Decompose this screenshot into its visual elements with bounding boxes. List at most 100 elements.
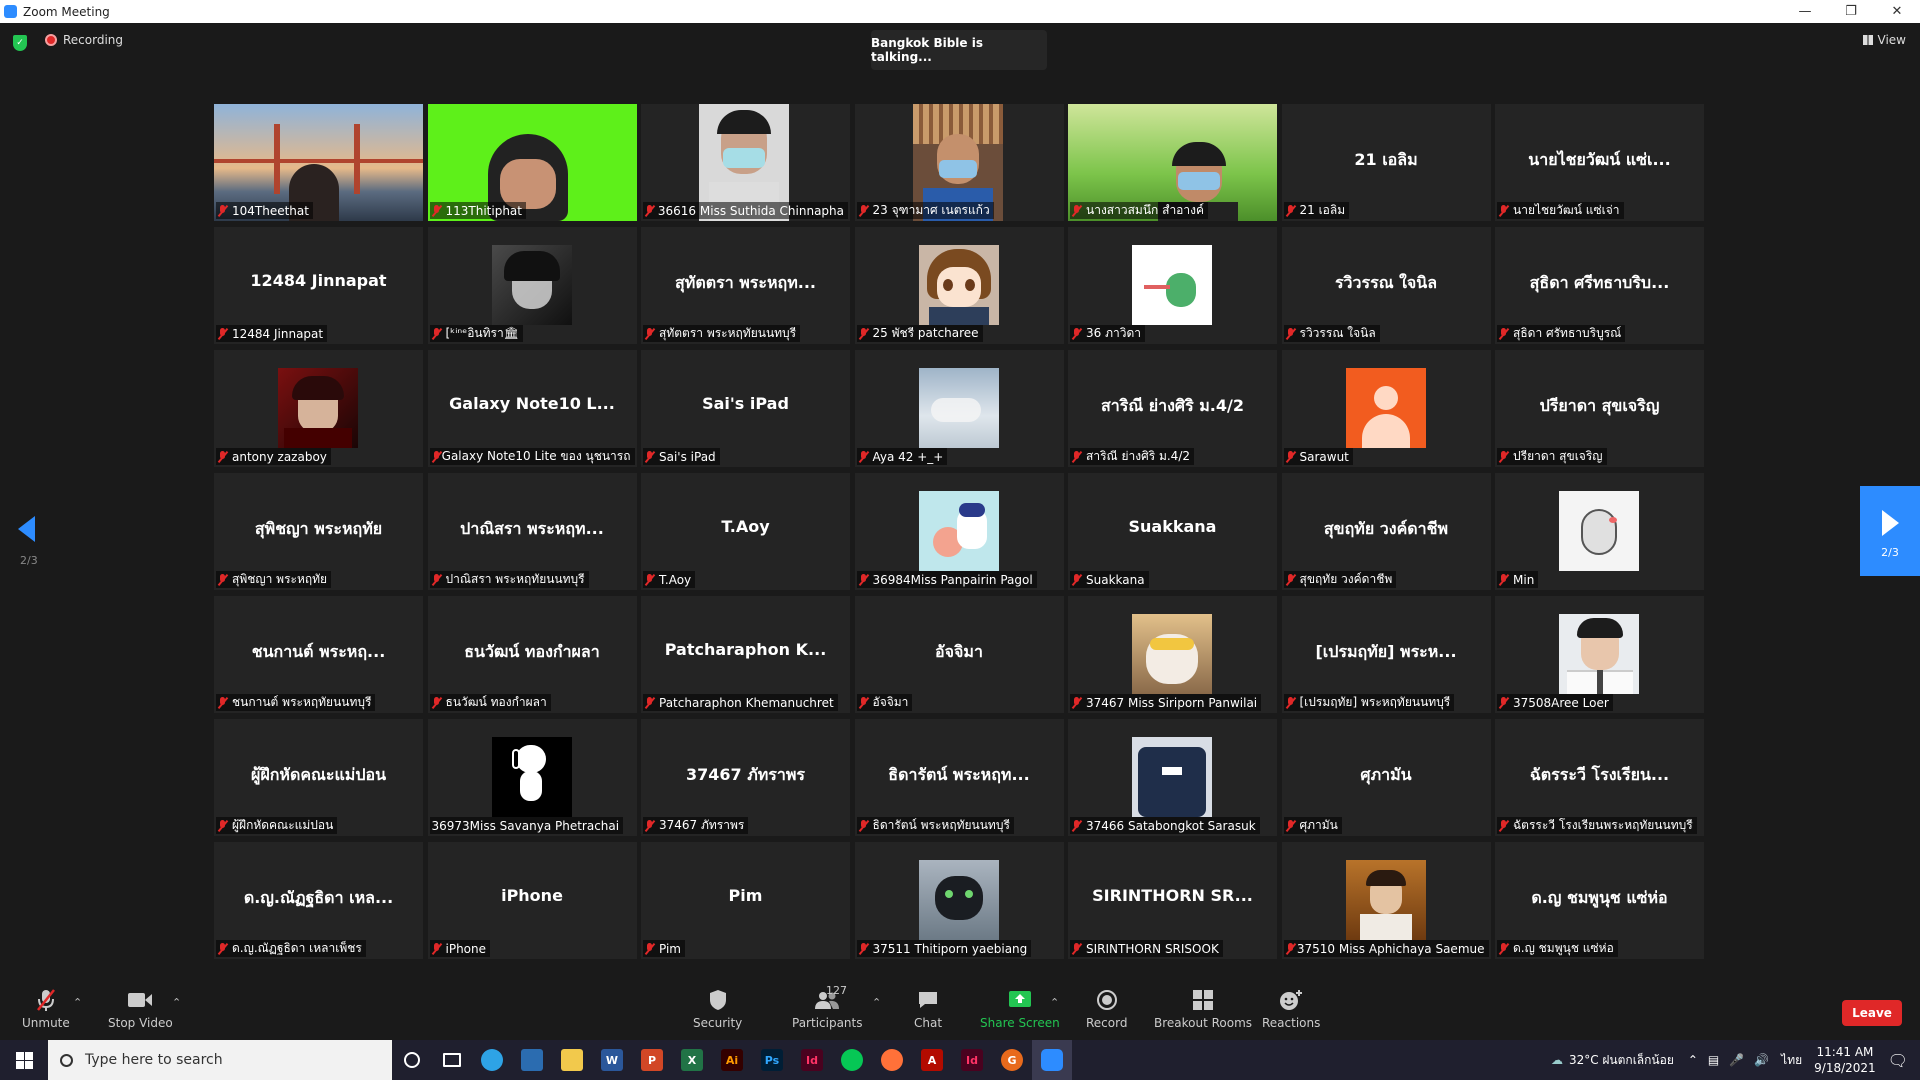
audio-options-caret-icon[interactable]: ⌃: [73, 996, 82, 1009]
participant-tile[interactable]: 36973Miss Savanya Phetrachai: [427, 719, 637, 836]
file-explorer-icon[interactable]: [552, 1040, 592, 1080]
participant-tile[interactable]: Galaxy Note10 L... Galaxy Note10 Lite ของ…: [427, 350, 637, 467]
participant-tile[interactable]: อัจจิมา อัจจิมา: [854, 596, 1064, 713]
participant-tile[interactable]: Sarawut: [1281, 350, 1491, 467]
participant-tile[interactable]: สุทัตตรา พระหฤท... สุทัตตรา พระหฤทัยนนทบุ…: [641, 227, 850, 344]
participant-tile[interactable]: ชนกานต์ พระหฤ... ชนกานต์ พระหฤทัยนนทบุรี: [214, 596, 423, 713]
encryption-shield-icon[interactable]: ✓: [13, 35, 27, 51]
participant-tile[interactable]: 37467 ภัทราพร 37467 ภัทราพร: [641, 719, 850, 836]
participant-tile[interactable]: 113Thitiphat: [427, 104, 637, 221]
chat-button[interactable]: Chat: [914, 988, 942, 1030]
participant-tile[interactable]: 36 ภาวิดา: [1068, 227, 1277, 344]
participant-tile[interactable]: antony zazaboy: [214, 350, 423, 467]
volume-icon[interactable]: 🔊: [1754, 1053, 1769, 1067]
participant-tile[interactable]: นางสาวสมนึก สำอางค์: [1068, 104, 1277, 221]
participant-tile[interactable]: T.Aoy T.Aoy: [641, 473, 850, 590]
participant-tile[interactable]: [เปรมฤทัย] พระห... [เปรมฤทัย] พระหฤทัยนนท…: [1281, 596, 1491, 713]
video-options-caret-icon[interactable]: ⌃: [172, 996, 181, 1009]
word-icon[interactable]: W: [592, 1040, 632, 1080]
photoshop-icon[interactable]: Ps: [752, 1040, 792, 1080]
reactions-button[interactable]: Reactions: [1262, 988, 1320, 1030]
participant-tile[interactable]: สุขฤทัย วงค์ดาชีพ สุขฤทัย วงค์ดาชีพ: [1281, 473, 1491, 590]
participant-tile[interactable]: รวิวรรณ ใจนิล รวิวรรณ ใจนิล: [1281, 227, 1491, 344]
participant-tile[interactable]: ด.ญ ชมพูนุช แซ่ห่อ ด.ญ ชมพูนุช แซ่ห่อ: [1495, 842, 1704, 959]
participant-tile[interactable]: ปาณิสรา พระหฤท... ปาณิสรา พระหฤทัยนนทบุรี: [427, 473, 637, 590]
participant-tile[interactable]: Pim Pim: [641, 842, 850, 959]
taskbar-search[interactable]: Type here to search: [48, 1040, 392, 1080]
calculator-icon[interactable]: [512, 1040, 552, 1080]
share-options-caret-icon[interactable]: ⌃: [1050, 996, 1059, 1009]
maximize-button[interactable]: ❐: [1828, 0, 1874, 23]
participant-tile[interactable]: Patcharaphon K... Patcharaphon Khemanuchr…: [641, 596, 850, 713]
participant-tile[interactable]: 37466 Satabongkot Sarasuk: [1068, 719, 1277, 836]
illustrator-icon[interactable]: Ai: [712, 1040, 752, 1080]
participant-tile[interactable]: 37467 Miss Siriporn Panwilai: [1068, 596, 1277, 713]
security-button[interactable]: Security: [693, 988, 742, 1030]
language-indicator[interactable]: ไทย: [1781, 1051, 1802, 1070]
participant-tile[interactable]: Sai's iPad Sai's iPad: [641, 350, 850, 467]
firefox-icon[interactable]: [872, 1040, 912, 1080]
cortana-icon[interactable]: [392, 1040, 432, 1080]
line-icon[interactable]: [832, 1040, 872, 1080]
leave-button[interactable]: Leave: [1842, 1000, 1902, 1026]
tray-overflow-icon[interactable]: ⌃: [1688, 1053, 1698, 1067]
participant-tile[interactable]: 12484 Jinnapat 12484 Jinnapat: [214, 227, 423, 344]
indesign-icon-2[interactable]: Id: [952, 1040, 992, 1080]
participant-tile[interactable]: สุธิดา ศรีทธาบริบ... สุธิดา ศรัทธาบริบูรณ…: [1495, 227, 1704, 344]
participant-tile[interactable]: สุพิชญา พระหฤทัย สุพิชญา พระหฤทัย: [214, 473, 423, 590]
participant-tile[interactable]: นายไชยวัฒน์ แซ่เ... นายไชยวัฒน์ แซ่เจ่า: [1495, 104, 1704, 221]
excel-icon[interactable]: X: [672, 1040, 712, 1080]
participant-tile[interactable]: [ᵏⁱⁿᵉอินทิรา🏛: [427, 227, 637, 344]
breakout-rooms-button[interactable]: Breakout Rooms: [1154, 988, 1252, 1030]
participant-tile[interactable]: 104Theethat: [214, 104, 423, 221]
stop-video-button[interactable]: Stop Video: [108, 988, 173, 1030]
participant-tile[interactable]: ศุภามัน ศุภามัน: [1281, 719, 1491, 836]
participant-tile[interactable]: Min: [1495, 473, 1704, 590]
participant-tile[interactable]: 36984Miss Panpairin Pagol: [854, 473, 1064, 590]
grammarly-icon[interactable]: G: [992, 1040, 1032, 1080]
participant-tile[interactable]: 23 จุฑามาศ เนตรแก้ว: [854, 104, 1064, 221]
participant-tile[interactable]: ธนวัฒน์ ทองกำผลา ธนวัฒน์ ทองกำผลา: [427, 596, 637, 713]
participant-tile[interactable]: สาริณี ย่างศิริ ม.4/2 สาริณี ย่างศิริ ม.4…: [1068, 350, 1277, 467]
windows-start-button[interactable]: [0, 1040, 48, 1080]
acrobat-icon[interactable]: A: [912, 1040, 952, 1080]
edge-icon[interactable]: [472, 1040, 512, 1080]
indesign-icon[interactable]: Id: [792, 1040, 832, 1080]
participant-tile[interactable]: ปรียาดา สุขเจริญ ปรียาดา สุขเจริญ: [1495, 350, 1704, 467]
previous-page-button[interactable]: 2/3: [18, 516, 38, 567]
close-button[interactable]: ✕: [1874, 0, 1920, 23]
participant-tile[interactable]: 37508Aree Loer: [1495, 596, 1704, 713]
participant-tile[interactable]: ด.ญ.ณัฏฐธิดา เหล... ด.ญ.ณัฏฐธิดา เหลาเพ็ช…: [214, 842, 423, 959]
notification-center-icon[interactable]: 🗨: [1888, 1051, 1908, 1070]
microphone-icon[interactable]: 🎤: [1729, 1053, 1744, 1067]
participant-tile[interactable]: 37511 Thitiporn yaebiang: [854, 842, 1064, 959]
participant-tile[interactable]: Aya 42 +_+: [854, 350, 1064, 467]
zoom-taskbar-icon[interactable]: [1032, 1040, 1072, 1080]
participant-tile[interactable]: 25 พัชรี patcharee: [854, 227, 1064, 344]
task-view-icon[interactable]: [432, 1040, 472, 1080]
next-page-button[interactable]: 2/3: [1860, 486, 1920, 576]
weather-cloud-icon[interactable]: ☁: [1551, 1053, 1563, 1067]
participant-tile[interactable]: 36616 Miss Suthida Chinnapha: [641, 104, 850, 221]
participant-tile[interactable]: Suakkana Suakkana: [1068, 473, 1277, 590]
participant-tile[interactable]: ฉัตรระวี โรงเรียน... ฉัตรระวี โรงเรียนพระ…: [1495, 719, 1704, 836]
participants-button[interactable]: Participants 127: [792, 984, 863, 1030]
participant-tile[interactable]: SIRINTHORN SR... SIRINTHORN SRISOOK: [1068, 842, 1277, 959]
mic-muted-icon: [1499, 819, 1508, 832]
record-button[interactable]: Record: [1086, 988, 1127, 1030]
powerpoint-icon[interactable]: P: [632, 1040, 672, 1080]
participant-tile[interactable]: 21 เอลิม 21 เอลิม: [1281, 104, 1491, 221]
participant-tile[interactable]: iPhone iPhone: [427, 842, 637, 959]
share-screen-button[interactable]: Share Screen: [980, 988, 1060, 1030]
participant-tile[interactable]: ธิดารัตน์ พระหฤท... ธิดารัตน์ พระหฤทัยนนท…: [854, 719, 1064, 836]
weather-text[interactable]: 32°C ฝนตกเล็กน้อย: [1569, 1051, 1674, 1070]
clock[interactable]: 11:41 AM 9/18/2021: [1814, 1044, 1876, 1076]
minimize-button[interactable]: —: [1782, 0, 1828, 23]
recording-indicator[interactable]: Recording: [45, 33, 123, 47]
participant-tile[interactable]: 37510 Miss Aphichaya Saemue: [1281, 842, 1491, 959]
unmute-button[interactable]: Unmute: [22, 988, 70, 1030]
network-icon[interactable]: ▤: [1708, 1053, 1719, 1067]
participant-tile[interactable]: ผู้ฝึกหัดคณะแม่ปอน ผู้ฝึกหัดคณะแม่ปอน: [214, 719, 423, 836]
participants-caret-icon[interactable]: ⌃: [872, 996, 881, 1009]
view-button[interactable]: View: [1862, 33, 1906, 47]
